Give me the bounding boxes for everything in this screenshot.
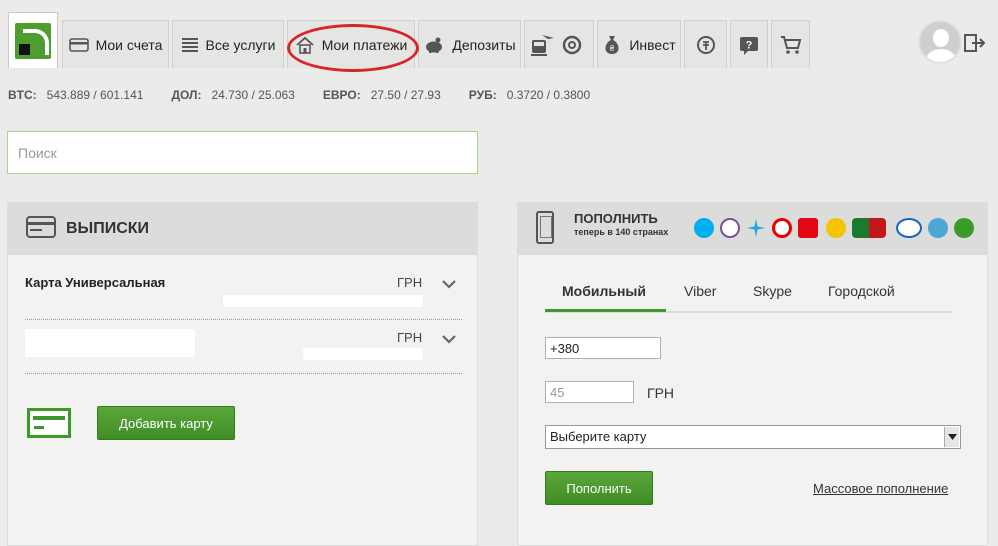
- search-input[interactable]: [7, 131, 478, 174]
- statements-panel: ВЫПИСКИ Карта Универсальная ГРН ГРН Доба…: [7, 202, 478, 546]
- vodafone-icon[interactable]: [772, 218, 792, 238]
- rate-item: ДОЛ: 24.730 / 25.063: [171, 88, 295, 102]
- intertelecom-icon[interactable]: [852, 218, 886, 238]
- tab-label: Депозиты: [452, 36, 516, 53]
- cart-icon: [780, 35, 802, 55]
- statements-header: ВЫПИСКИ: [8, 203, 477, 255]
- skype-icon[interactable]: [694, 218, 714, 238]
- phone-icon: [536, 211, 554, 244]
- redacted-card-name: [25, 329, 195, 357]
- chevron-down-icon[interactable]: [442, 276, 456, 289]
- divider: [25, 319, 462, 320]
- topup-tabs: Мобильный Viber Skype Городской: [545, 273, 953, 313]
- mass-topup-link[interactable]: Массовое пополнение: [813, 481, 948, 496]
- tab-help[interactable]: ?: [730, 20, 768, 68]
- kyivstar-icon[interactable]: [746, 218, 766, 238]
- tab-my-payments[interactable]: Мои платежи: [287, 20, 415, 68]
- wallet-icon: [68, 37, 89, 53]
- topup-panel: ПОПОЛНИТЬ теперь в 140 странах Мобильный…: [517, 202, 988, 546]
- currency-exchange-icon: [695, 34, 717, 56]
- active-tab-indicator: [545, 309, 666, 312]
- tab-exchange[interactable]: [684, 20, 727, 68]
- tab-label: Мои счета: [95, 36, 163, 53]
- piggy-bank-icon: [423, 36, 445, 54]
- redacted-card-number: [223, 295, 423, 307]
- amount-currency: ГРН: [647, 385, 675, 401]
- logout-icon[interactable]: [964, 32, 986, 54]
- credit-card-icon: [27, 408, 71, 438]
- tab-landline[interactable]: Городской: [828, 283, 895, 299]
- tab-skype[interactable]: Skype: [753, 283, 792, 299]
- rate-item: ЕВРО: 27.50 / 27.93: [322, 88, 441, 102]
- card-stack-icon: [26, 215, 56, 243]
- exchange-rates: BTC: 543.889 / 601.141 ДОЛ: 24.730 / 25.06…: [8, 88, 590, 102]
- life-icon[interactable]: [826, 218, 846, 238]
- topup-submit-button[interactable]: Пополнить: [545, 471, 653, 505]
- svg-text:?: ?: [746, 39, 753, 51]
- people-net-icon[interactable]: [928, 218, 948, 238]
- money-bag-icon: ₴: [602, 34, 622, 56]
- topup-title: ПОПОЛНИТЬ: [574, 211, 658, 226]
- card-currency: ГРН: [397, 275, 423, 290]
- chevron-down-icon[interactable]: [442, 331, 456, 344]
- card-currency: ГРН: [397, 330, 423, 345]
- svg-text:₴: ₴: [610, 44, 615, 53]
- chevron-down-icon: [944, 427, 959, 447]
- divider: [25, 373, 462, 374]
- amount-field[interactable]: [545, 381, 634, 403]
- card-name[interactable]: Карта Универсальная: [25, 275, 165, 290]
- topup-header: ПОПОЛНИТЬ теперь в 140 странах: [518, 203, 987, 255]
- tab-cart[interactable]: [771, 20, 810, 68]
- tab-all-services[interactable]: Все услуги: [172, 20, 284, 68]
- tab-deposits[interactable]: Депозиты: [418, 20, 521, 68]
- phone-field[interactable]: [545, 337, 661, 359]
- card-select[interactable]: Выберите карту: [545, 425, 961, 449]
- card-select-value: Выберите карту: [550, 429, 647, 444]
- tab-label: Инвест: [629, 36, 676, 53]
- tab-invest[interactable]: ₴ Инвест: [597, 20, 681, 68]
- globe-icon[interactable]: [954, 218, 974, 238]
- house-icon: [295, 36, 315, 54]
- topup-subtitle: теперь в 140 странах: [574, 227, 669, 237]
- redacted-card-number: [303, 348, 423, 360]
- list-icon: [181, 37, 199, 53]
- rate-item: РУБ: 0.3720 / 0.3800: [468, 88, 591, 102]
- avatar[interactable]: [918, 20, 962, 64]
- viber-icon[interactable]: [720, 218, 740, 238]
- add-card-button[interactable]: Добавить карту: [97, 406, 235, 440]
- travel-icon: [528, 32, 584, 58]
- tab-label: Все услуги: [205, 36, 276, 53]
- rate-item: BTC: 543.889 / 601.141: [8, 88, 144, 102]
- tab-viber[interactable]: Viber: [684, 283, 716, 299]
- mts-icon[interactable]: [798, 218, 818, 238]
- statements-title: ВЫПИСКИ: [66, 220, 150, 237]
- tab-my-accounts[interactable]: Мои счета: [62, 20, 169, 68]
- top-navigation: Мои счета Все услуги Мои платежи Депозит…: [0, 0, 998, 72]
- tab-travel[interactable]: [524, 20, 594, 68]
- tab-mobile[interactable]: Мобильный: [562, 283, 646, 299]
- tab-label: Мои платежи: [321, 36, 408, 53]
- help-icon: ?: [739, 35, 759, 55]
- privatbank-logo[interactable]: [8, 12, 58, 68]
- utel-icon[interactable]: [896, 218, 922, 238]
